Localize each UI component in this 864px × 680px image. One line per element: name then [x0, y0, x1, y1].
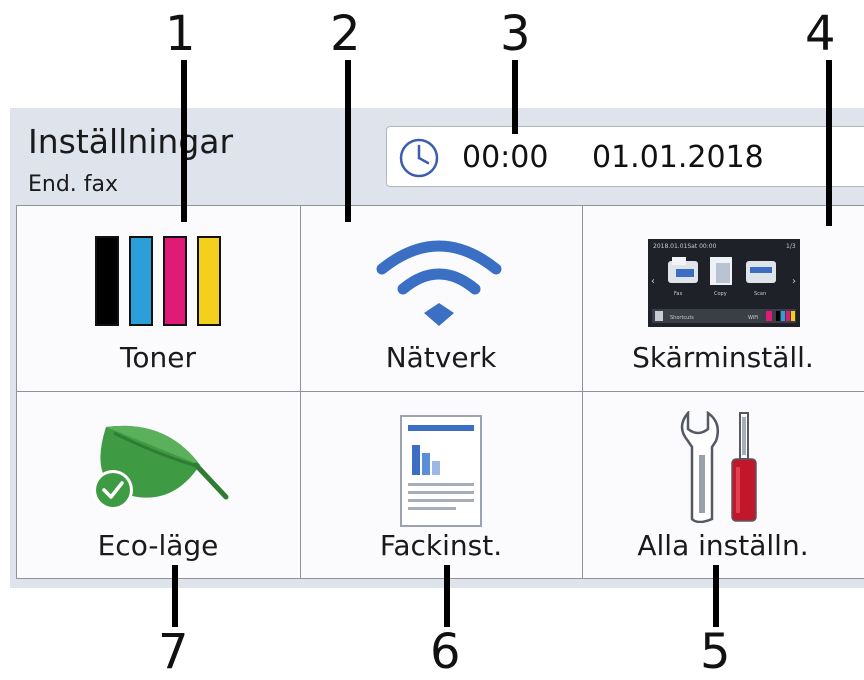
callout-line-1: [181, 60, 187, 222]
screen-preview-date: 2018.01.01Sat 00:00: [653, 243, 717, 250]
callout-6: 6: [430, 624, 461, 680]
clock-icon: [399, 138, 439, 178]
callout-line-6: [444, 565, 450, 627]
check-badge-icon: [93, 470, 133, 510]
page-title: Inställningar: [28, 122, 234, 161]
tile-screen-settings[interactable]: 2018.01.01Sat 00:00 1/3 ‹ › Fax Copy Sca…: [582, 205, 864, 391]
screen-preview-wifi: WiFi: [748, 315, 758, 321]
tile-network[interactable]: Nätverk: [300, 205, 582, 391]
tile-label-eco-mode: Eco-läge: [97, 529, 219, 562]
screen-preview-icon: 2018.01.01Sat 00:00 1/3 ‹ › Fax Copy Sca…: [648, 239, 800, 327]
screen-preview-left-arrow: ‹: [651, 276, 655, 287]
callout-line-7: [172, 565, 178, 627]
screen-preview-page: 1/3: [786, 243, 796, 250]
time-display: 00:00: [462, 140, 549, 175]
tools-icon: [680, 411, 757, 523]
screen-preview-item-scan: Scan: [754, 291, 766, 297]
screen-preview-right-arrow: ›: [792, 276, 796, 287]
date-display: 01.01.2018: [592, 140, 764, 175]
tile-tray-settings[interactable]: Fackinst.: [300, 391, 582, 579]
tile-label-screen-settings: Skärminställ.: [632, 341, 814, 374]
callout-1: 1: [165, 6, 196, 62]
wifi-icon: [376, 240, 502, 326]
tile-label-toner: Toner: [120, 341, 196, 374]
callout-7: 7: [158, 624, 189, 680]
toner-cartridges-icon: [95, 236, 221, 326]
screen-preview-shortcuts: Shortcuts: [670, 315, 694, 321]
callout-line-3: [512, 60, 518, 134]
callout-4: 4: [805, 6, 836, 62]
screen-preview-item-copy: Copy: [714, 291, 727, 297]
callout-line-2: [345, 60, 351, 222]
screen-preview-item-fax: Fax: [674, 291, 682, 297]
page-subtitle: End. fax: [28, 172, 119, 197]
callout-5: 5: [700, 624, 731, 680]
callout-2: 2: [330, 6, 361, 62]
tile-label-all-settings: Alla inställn.: [637, 529, 809, 562]
tile-toner[interactable]: Toner: [16, 205, 300, 391]
callout-line-4: [826, 60, 832, 226]
callout-3: 3: [500, 6, 531, 62]
tile-eco-mode[interactable]: Eco-läge: [16, 391, 300, 579]
tile-label-tray-settings: Fackinst.: [379, 529, 503, 562]
tile-label-network: Nätverk: [385, 341, 497, 374]
tray-document-icon: [400, 415, 482, 527]
callout-line-5: [713, 565, 719, 627]
tile-all-settings[interactable]: Alla inställn.: [582, 391, 864, 579]
